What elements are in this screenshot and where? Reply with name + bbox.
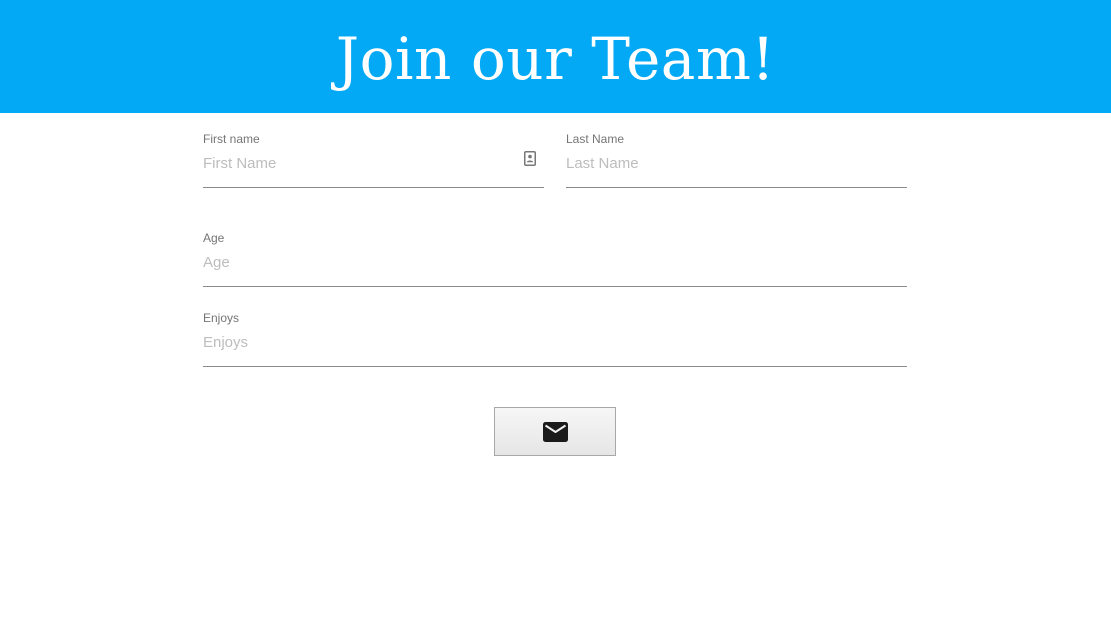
- age-input[interactable]: [203, 249, 907, 275]
- enjoys-label: Enjoys: [203, 311, 240, 325]
- envelope-icon: [542, 421, 568, 442]
- send-button[interactable]: [494, 407, 616, 456]
- enjoys-underline: [203, 366, 907, 367]
- age-field: Age: [203, 231, 907, 287]
- last-name-input[interactable]: [566, 150, 907, 176]
- age-label: Age: [203, 231, 225, 245]
- page-header: Join our Team!: [0, 0, 1111, 113]
- last-name-field: Last Name: [566, 132, 907, 188]
- last-name-underline: [566, 187, 907, 188]
- first-name-label: First name: [203, 132, 260, 146]
- page-title: Join our Team!: [335, 24, 776, 93]
- enjoys-input[interactable]: [203, 329, 907, 355]
- enjoys-field: Enjoys: [203, 311, 907, 367]
- first-name-input[interactable]: [203, 150, 513, 176]
- age-underline: [203, 286, 907, 287]
- last-name-label: Last Name: [566, 132, 625, 146]
- first-name-underline: [203, 187, 544, 188]
- first-name-field: First name: [203, 132, 544, 188]
- contact-card-icon: [524, 151, 536, 166]
